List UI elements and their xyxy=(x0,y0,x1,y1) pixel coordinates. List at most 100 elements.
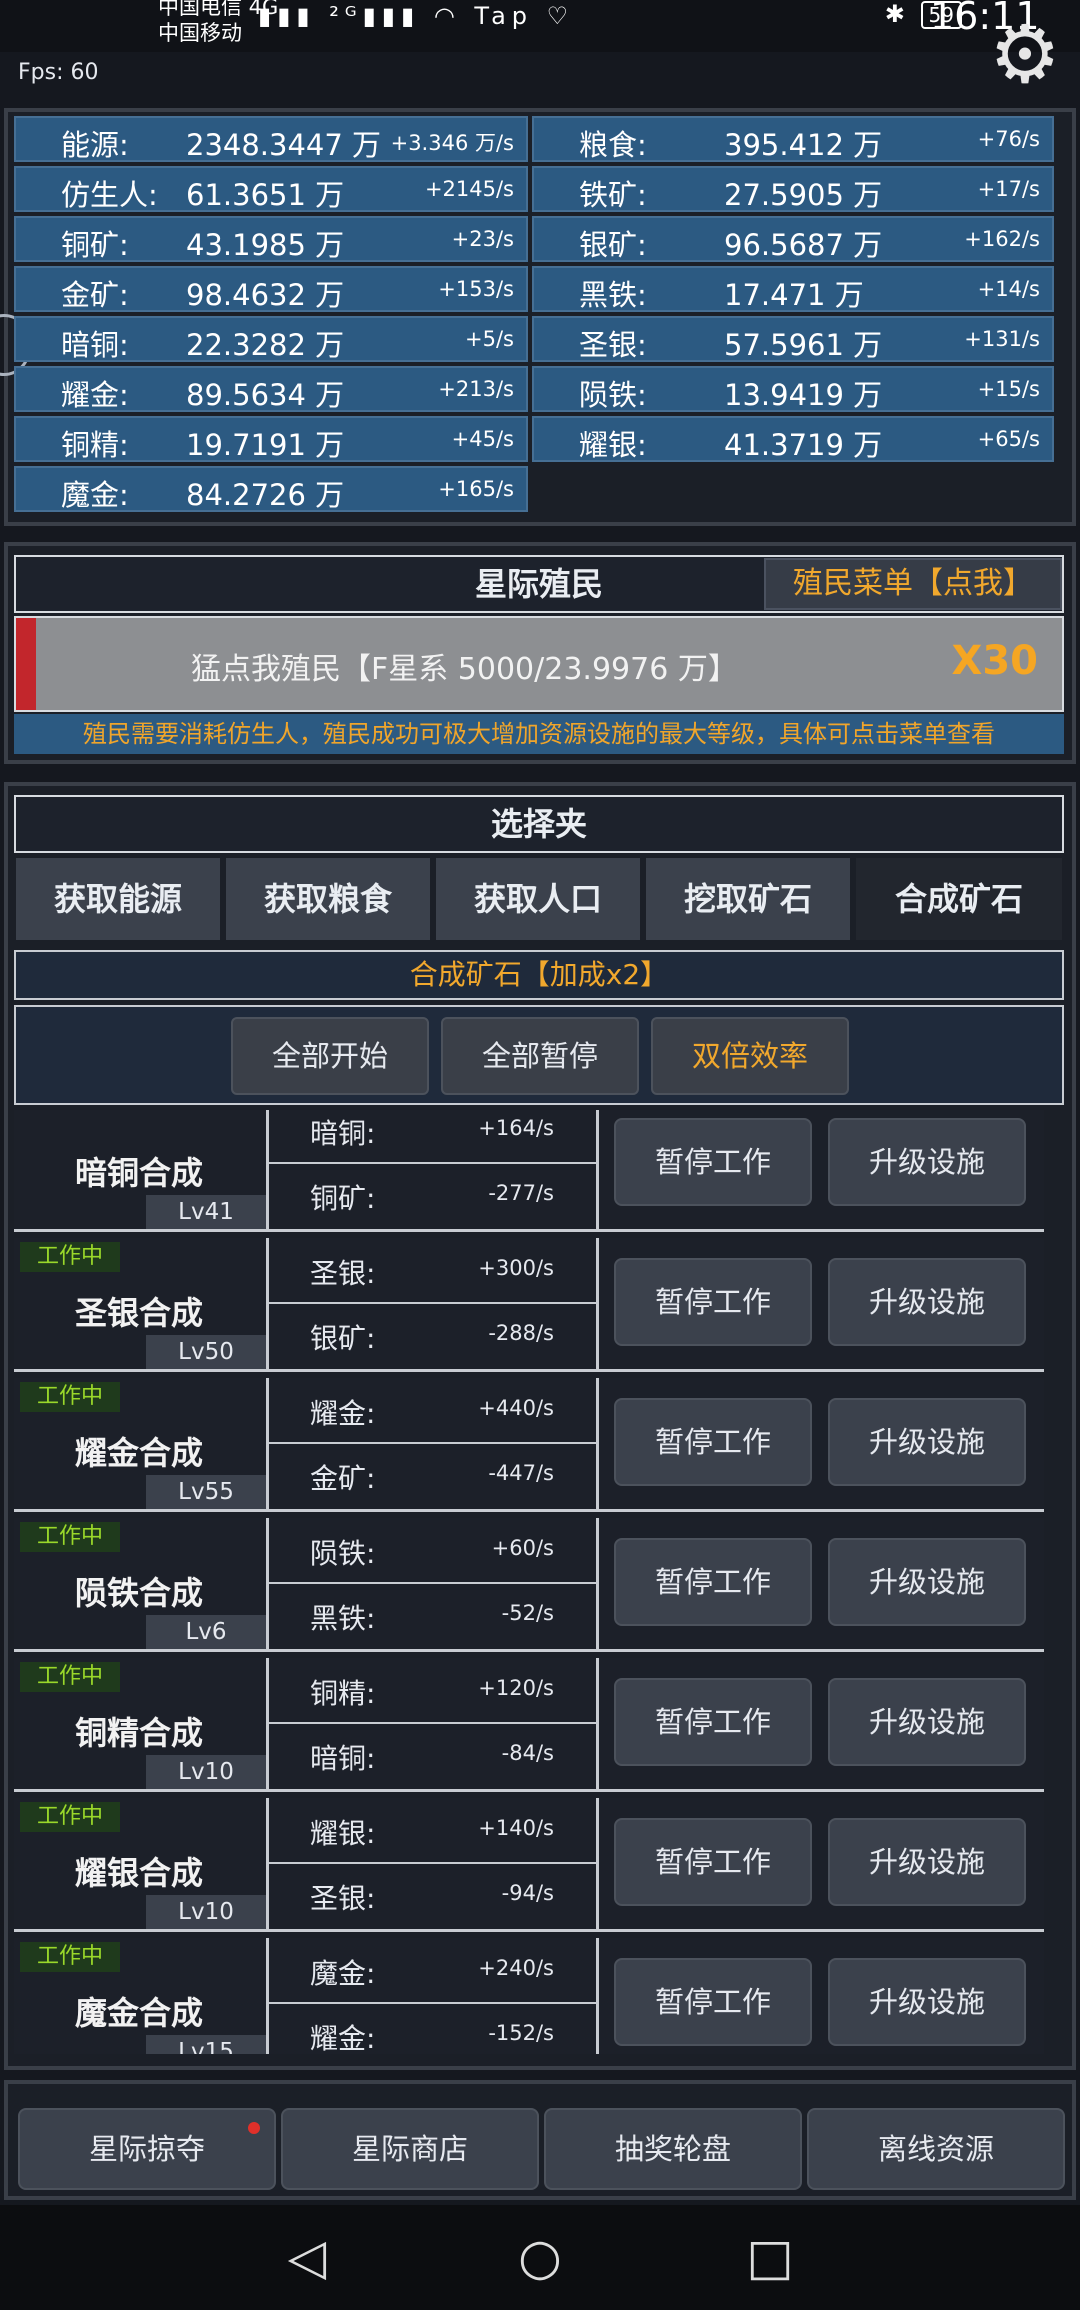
upgrade-facility-button[interactable]: 升级设施 xyxy=(828,1118,1026,1206)
status-badge: 工作中 xyxy=(20,1242,120,1272)
resource-cell: 仿生人: 61.3651 万 +2145/s xyxy=(14,166,528,212)
resource-name: 耀银: xyxy=(579,428,647,462)
home-icon[interactable]: ○ xyxy=(510,2227,570,2287)
resource-cell: 耀金: 89.5634 万 +213/s xyxy=(14,366,528,412)
bottom-nav-3[interactable]: 离线资源 xyxy=(807,2108,1065,2190)
pause-work-button[interactable]: 暂停工作 xyxy=(614,1538,812,1626)
facility-row: 工作中 铜精合成 Lv10 铜精: +120/s 暗铜: -84/s 暂停工作 升级设施 xyxy=(14,1658,1044,1792)
tab-2[interactable]: 获取人口 xyxy=(434,856,642,942)
resource-rate: +213/s xyxy=(438,377,514,401)
resource-cell: 铁矿: 27.5905 万 +17/s xyxy=(532,166,1054,212)
resource-name: 金矿: xyxy=(61,278,129,312)
settings-gear-icon[interactable]: ⚙ xyxy=(985,15,1065,95)
resource-cell: 能源: 2348.3447 万 +3.346 万/s xyxy=(14,116,528,162)
facility-name-box: 工作中 铜精合成 Lv10 xyxy=(14,1658,269,1789)
pause-all-button[interactable]: 全部暂停 xyxy=(441,1017,639,1095)
resource-cell: 魔金: 84.2726 万 +165/s xyxy=(14,466,528,512)
resource-name: 陨铁: xyxy=(579,378,647,412)
facility-list[interactable]: 暗铜合成 Lv41 暗铜: +164/s 铜矿: -277/s 暂停工作 升级设施 工作中 圣银合… xyxy=(14,1110,1064,2054)
facility-name: 暗铜合成 xyxy=(74,1154,203,1192)
output-rate: +60/s xyxy=(491,1536,554,1560)
resource-cell: 银矿: 96.5687 万 +162/s xyxy=(532,216,1054,262)
resource-rate: +65/s xyxy=(977,427,1040,451)
resource-value: 19.7191 万 xyxy=(186,428,345,462)
recents-icon[interactable]: □ xyxy=(740,2227,800,2287)
resource-cell: 铜矿: 43.1985 万 +23/s xyxy=(14,216,528,262)
resource-name: 铜矿: xyxy=(61,228,129,262)
tab-3[interactable]: 挖取矿石 xyxy=(644,856,852,942)
resource-rate: +45/s xyxy=(451,427,514,451)
status-bar: 中国电信 4G 中国移动 ▮▮▮ ²ᴳ▮▮▮ ◠ Tap ♡ ✱ 59 16:1… xyxy=(0,0,1080,52)
pause-work-button[interactable]: 暂停工作 xyxy=(614,1818,812,1906)
resource-value: 96.5687 万 xyxy=(724,228,883,262)
facility-name-box: 工作中 魔金合成 Lv15 xyxy=(14,1938,269,2054)
resource-cell: 陨铁: 13.9419 万 +15/s xyxy=(532,366,1054,412)
io-box: 耀金: +440/s 金矿: -447/s xyxy=(266,1378,599,1509)
status-badge: 工作中 xyxy=(20,1942,120,1972)
resource-cell: 金矿: 98.4632 万 +153/s xyxy=(14,266,528,312)
selector-subtitle: 合成矿石【加成x2】 xyxy=(14,950,1064,1000)
bottom-nav-0[interactable]: 星际掠夺 xyxy=(18,2108,276,2190)
resource-rate: +153/s xyxy=(438,277,514,301)
output-line: 耀金: +440/s xyxy=(266,1378,596,1444)
resource-cell: 铜精: 19.7191 万 +45/s xyxy=(14,416,528,462)
input-name: 黑铁: xyxy=(310,1602,376,1635)
facility-name: 耀银合成 xyxy=(74,1854,203,1892)
pause-work-button[interactable]: 暂停工作 xyxy=(614,1118,812,1206)
resource-rate: +23/s xyxy=(451,227,514,251)
upgrade-facility-button[interactable]: 升级设施 xyxy=(828,1258,1026,1346)
pause-work-button[interactable]: 暂停工作 xyxy=(614,1258,812,1346)
io-box: 暗铜: +164/s 铜矿: -277/s xyxy=(266,1110,599,1229)
level-badge: Lv10 xyxy=(146,1895,266,1929)
pause-work-button[interactable]: 暂停工作 xyxy=(614,1398,812,1486)
output-line: 耀银: +140/s xyxy=(266,1798,596,1864)
tab-1[interactable]: 获取粮食 xyxy=(224,856,432,942)
facility-name-box: 工作中 圣银合成 Lv50 xyxy=(14,1238,269,1369)
output-name: 暗铜: xyxy=(310,1117,376,1150)
upgrade-facility-button[interactable]: 升级设施 xyxy=(828,1538,1026,1626)
pause-work-button[interactable]: 暂停工作 xyxy=(614,1958,812,2046)
bottom-nav-2[interactable]: 抽奖轮盘 xyxy=(544,2108,802,2190)
facility-name: 铜精合成 xyxy=(74,1714,203,1752)
tab-4[interactable]: 合成矿石 xyxy=(854,856,1064,942)
facility-name-box: 工作中 耀金合成 Lv55 xyxy=(14,1378,269,1509)
level-badge: Lv6 xyxy=(146,1615,266,1649)
bottom-nav-1[interactable]: 星际商店 xyxy=(281,2108,539,2190)
resource-value: 61.3651 万 xyxy=(186,178,345,212)
resource-value: 84.2726 万 xyxy=(186,478,345,512)
start-all-button[interactable]: 全部开始 xyxy=(231,1017,429,1095)
upgrade-facility-button[interactable]: 升级设施 xyxy=(828,1398,1026,1486)
tab-0[interactable]: 获取能源 xyxy=(14,856,222,942)
upgrade-facility-button[interactable]: 升级设施 xyxy=(828,1958,1026,2046)
double-efficiency-button[interactable]: 双倍效率 xyxy=(651,1017,849,1095)
upgrade-facility-button[interactable]: 升级设施 xyxy=(828,1678,1026,1766)
input-rate: -277/s xyxy=(488,1181,554,1205)
resource-value: 27.5905 万 xyxy=(724,178,883,212)
colony-menu-button[interactable]: 殖民菜单【点我】 xyxy=(764,558,1062,610)
bluetooth-icon: ✱ xyxy=(884,0,905,28)
output-rate: +300/s xyxy=(478,1256,554,1280)
resource-rate: +2145/s xyxy=(424,177,514,201)
input-name: 耀金: xyxy=(310,2022,376,2054)
output-line: 暗铜: +164/s xyxy=(266,1110,596,1164)
resource-value: 22.3282 万 xyxy=(186,328,345,362)
output-rate: +140/s xyxy=(478,1816,554,1840)
system-nav-bar: ◁ ○ □ xyxy=(0,2205,1080,2310)
resource-name: 耀金: xyxy=(61,378,129,412)
io-box: 陨铁: +60/s 黑铁: -52/s xyxy=(266,1518,599,1649)
colony-multiplier[interactable]: X30 xyxy=(951,638,1038,684)
facility-row: 工作中 陨铁合成 Lv6 陨铁: +60/s 黑铁: -52/s 暂停工作 升级设施 xyxy=(14,1518,1044,1652)
back-icon[interactable]: ◁ xyxy=(277,2227,337,2287)
facility-row: 工作中 耀银合成 Lv10 耀银: +140/s 圣银: -94/s 暂停工作 升级设施 xyxy=(14,1798,1044,1932)
resource-cell: 暗铜: 22.3282 万 +5/s xyxy=(14,316,528,362)
input-rate: -152/s xyxy=(488,2021,554,2045)
resource-value: 41.3719 万 xyxy=(724,428,883,462)
colony-action-button[interactable]: 猛点我殖民【F星系 5000/23.9976 万】 X30 xyxy=(14,616,1064,712)
output-line: 铜精: +120/s xyxy=(266,1658,596,1724)
pause-work-button[interactable]: 暂停工作 xyxy=(614,1678,812,1766)
upgrade-facility-button[interactable]: 升级设施 xyxy=(828,1818,1026,1906)
input-rate: -52/s xyxy=(501,1601,554,1625)
output-rate: +440/s xyxy=(478,1396,554,1420)
resource-cell: 粮食: 395.412 万 +76/s xyxy=(532,116,1054,162)
input-line: 圣银: -94/s xyxy=(266,1863,596,1927)
